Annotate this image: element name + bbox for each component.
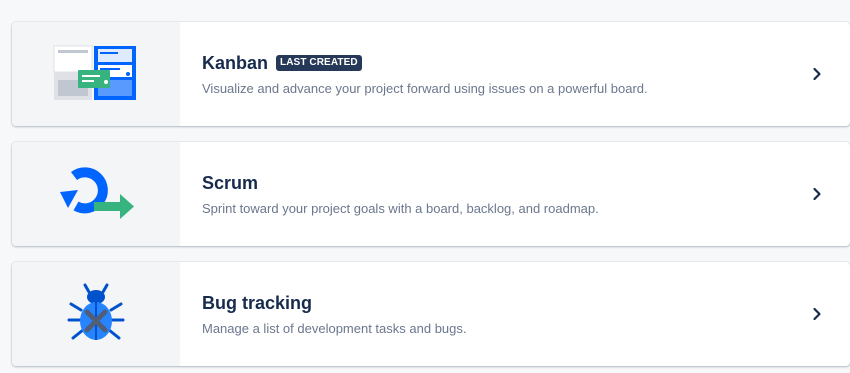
template-title: Kanban — [202, 52, 269, 73]
title-row: Bug tracking — [202, 292, 802, 314]
template-card-scrum[interactable]: Scrum Sprint toward your project goals w… — [12, 142, 850, 246]
title-row: Scrum — [202, 172, 802, 194]
template-card-bug-tracking[interactable]: Bug tracking Manage a list of developmen… — [12, 262, 850, 366]
template-content: Kanban LAST CREATED Visualize and advanc… — [180, 52, 802, 97]
kanban-board-icon — [53, 45, 136, 100]
template-content: Scrum Sprint toward your project goals w… — [180, 172, 802, 217]
title-row: Kanban LAST CREATED — [202, 52, 802, 74]
chevron-right-icon[interactable] — [802, 299, 832, 329]
template-thumbnail — [12, 142, 180, 246]
template-card-kanban[interactable]: Kanban LAST CREATED Visualize and advanc… — [12, 22, 850, 126]
template-description: Visualize and advance your project forwa… — [202, 80, 648, 96]
template-thumbnail — [12, 22, 180, 126]
chevron-right-icon[interactable] — [802, 179, 832, 209]
template-thumbnail — [12, 262, 180, 366]
template-description: Sprint toward your project goals with a … — [202, 200, 599, 216]
template-title: Bug tracking — [202, 292, 313, 313]
scrum-sprint-cycle-icon — [60, 167, 134, 219]
template-description: Manage a list of development tasks and b… — [202, 320, 467, 336]
last-created-badge: LAST CREATED — [276, 54, 362, 71]
bug-icon — [67, 283, 125, 340]
template-title: Scrum — [202, 172, 259, 193]
chevron-right-icon[interactable] — [802, 59, 832, 89]
template-content: Bug tracking Manage a list of developmen… — [180, 292, 802, 337]
